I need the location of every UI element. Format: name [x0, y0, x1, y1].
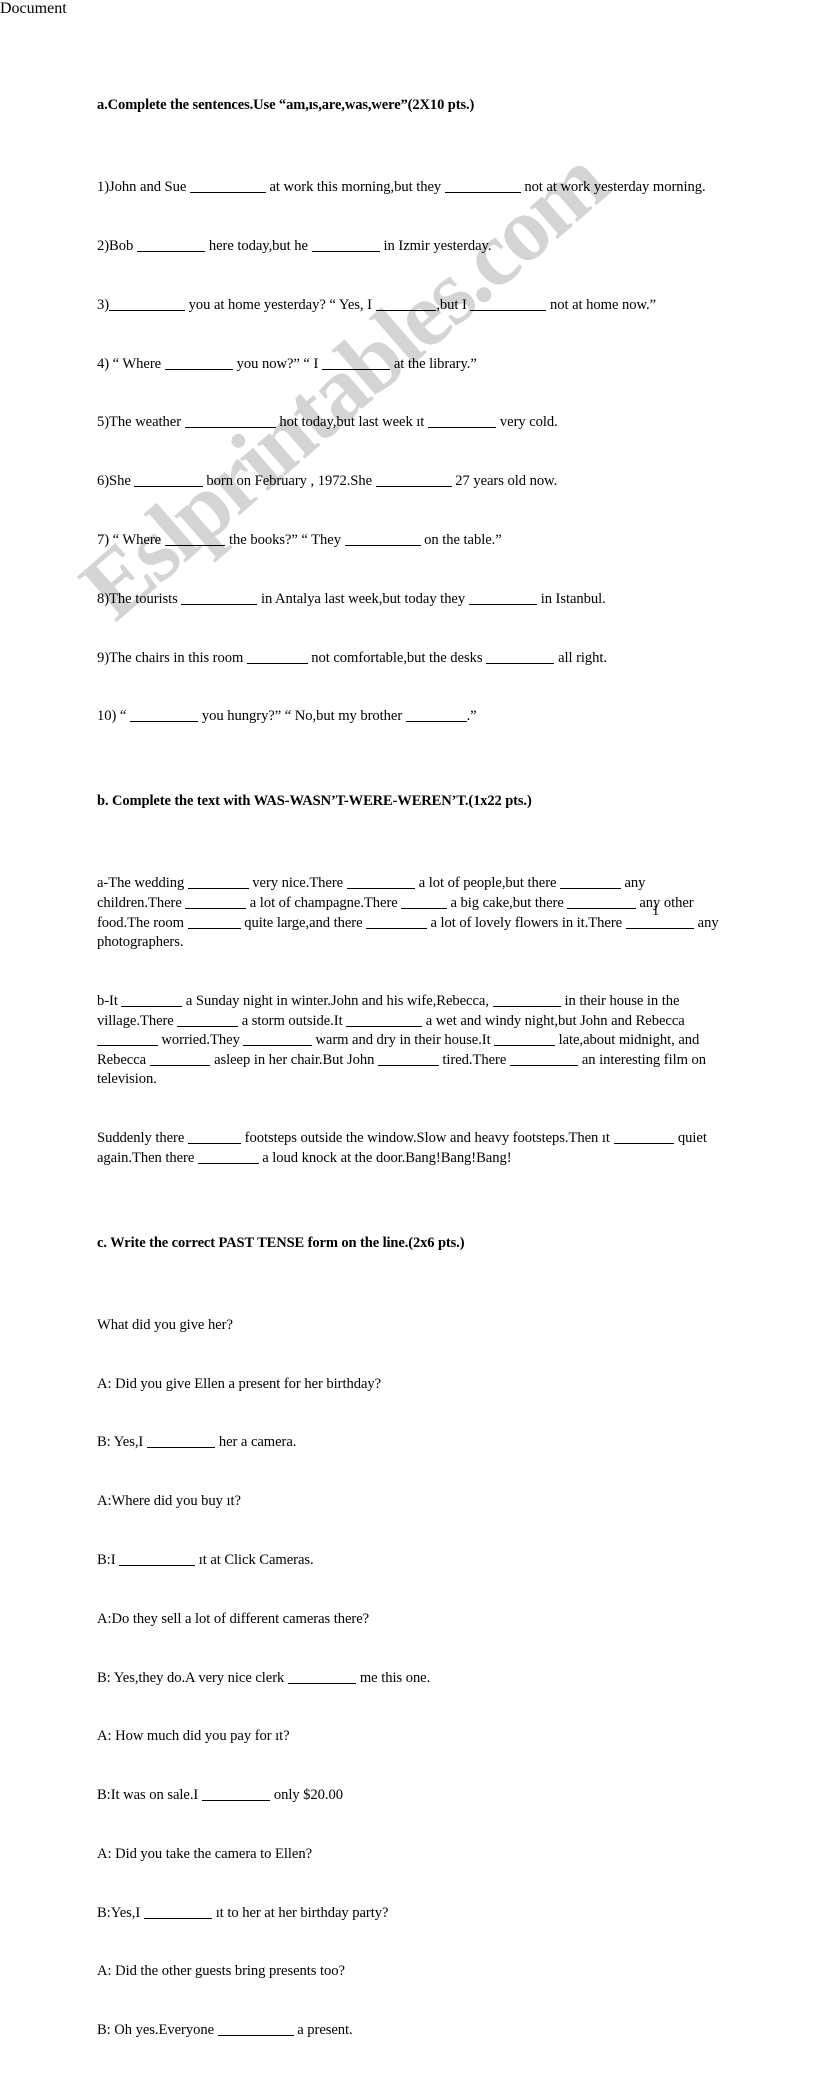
- answer-blank[interactable]: [197, 1151, 259, 1164]
- answer-blank[interactable]: [405, 709, 467, 723]
- answer-blank[interactable]: [567, 896, 636, 910]
- answer-blank[interactable]: [185, 896, 247, 910]
- question-line: 10) “ you hungry?” “ No,but my brother .…: [97, 708, 477, 725]
- answer-blank[interactable]: [346, 1014, 423, 1027]
- answer-blank[interactable]: [164, 533, 226, 546]
- answer-blank[interactable]: [97, 1033, 158, 1047]
- question-line: 6)She born on February , 1972.She 27 yea…: [97, 473, 558, 490]
- answer-blank[interactable]: [344, 533, 421, 546]
- answer-blank[interactable]: [181, 592, 258, 605]
- page-number: 1: [652, 903, 660, 919]
- paragraph-line: Suddenly there footsteps outside the win…: [97, 1130, 711, 1166]
- answer-blank[interactable]: [311, 239, 380, 253]
- answer-blank[interactable]: [109, 298, 186, 311]
- answer-blank[interactable]: [119, 1553, 196, 1566]
- worksheet-page: a.Complete the sentences.Use “am,ıs,are,…: [0, 0, 821, 2038]
- dialogue-line: B:I ıt at Click Cameras.: [97, 1551, 314, 1568]
- dialogue-line: What did you give her?: [97, 1316, 233, 1333]
- section-a-heading: a.Complete the sentences.Use “am,ıs,are,…: [97, 97, 475, 113]
- answer-blank[interactable]: [201, 1788, 271, 1802]
- dialogue-line: A: Did you take the camera to Ellen?: [97, 1845, 312, 1862]
- answer-blank[interactable]: [468, 592, 538, 605]
- answer-blank[interactable]: [375, 474, 452, 488]
- section-b-body: a-The wedding very nice.There a lot of p…: [97, 835, 733, 1207]
- answer-blank[interactable]: [444, 180, 521, 194]
- question-line: 5)The weather hot today,but last week ıt…: [97, 414, 558, 431]
- answer-blank[interactable]: [492, 994, 561, 1007]
- dialogue-line: A: Did the other guests bring presents t…: [97, 1963, 345, 1980]
- answer-blank[interactable]: [377, 1053, 439, 1066]
- answer-blank[interactable]: [470, 298, 547, 311]
- answer-blank[interactable]: [149, 1053, 211, 1066]
- dialogue-line: B:It was on sale.I only $20.00: [97, 1787, 344, 1804]
- question-line: 2)Bob here today,but he in Izmir yesterd…: [97, 238, 492, 255]
- answer-blank[interactable]: [613, 1131, 675, 1145]
- section-c-body: What did you give her? A: Did you give E…: [97, 1277, 733, 2080]
- answer-blank[interactable]: [366, 916, 427, 929]
- paragraph-line: a-The wedding very nice.There a lot of p…: [97, 875, 723, 951]
- answer-blank[interactable]: [187, 916, 241, 929]
- answer-blank[interactable]: [375, 298, 437, 311]
- answer-blank[interactable]: [560, 876, 621, 890]
- answer-blank[interactable]: [427, 415, 497, 429]
- answer-blank[interactable]: [321, 357, 391, 370]
- answer-blank[interactable]: [164, 357, 234, 370]
- answer-blank[interactable]: [401, 896, 447, 910]
- answer-blank[interactable]: [494, 1033, 556, 1047]
- answer-blank[interactable]: [486, 651, 555, 664]
- question-line: 9)The chairs in this room not comfortabl…: [97, 649, 608, 666]
- question-line: 3) you at home yesterday? “ Yes, I ,but …: [97, 296, 657, 313]
- answer-blank[interactable]: [217, 2023, 294, 2037]
- answer-blank[interactable]: [246, 651, 308, 664]
- answer-blank[interactable]: [129, 709, 199, 723]
- answer-blank[interactable]: [287, 1671, 357, 1684]
- dialogue-line: A:Do they sell a lot of different camera…: [97, 1610, 370, 1627]
- question-line: 4) “ Where you now?” “ I at the library.…: [97, 355, 477, 372]
- worksheet-body: a.Complete the sentences.Use “am,ıs,are,…: [97, 96, 733, 2080]
- answer-blank[interactable]: [146, 1435, 216, 1449]
- answer-blank[interactable]: [187, 1131, 242, 1145]
- answer-blank[interactable]: [189, 180, 266, 194]
- answer-blank[interactable]: [243, 1033, 312, 1047]
- answer-blank[interactable]: [177, 1014, 239, 1027]
- question-line: 7) “ Where the books?” “ They on the tab…: [97, 532, 502, 548]
- dialogue-line: A:Where did you buy ıt?: [97, 1493, 241, 1510]
- dialogue-line: A: How much did you pay for ıt?: [97, 1728, 290, 1745]
- answer-blank[interactable]: [143, 1906, 213, 1919]
- dialogue-line: A: Did you give Ellen a present for her …: [97, 1375, 382, 1392]
- question-line: 1)John and Sue at work this morning,but …: [97, 179, 706, 196]
- paragraph-line: b-It a Sunday night in winter.John and h…: [97, 993, 710, 1088]
- answer-blank[interactable]: [625, 916, 695, 929]
- dialogue-line: B:Yes,I ıt to her at her birthday party?: [97, 1904, 389, 1921]
- dialogue-line: B: Yes,they do.A very nice clerk me this…: [97, 1669, 431, 1686]
- question-line: 8)The tourists in Antalya last week,but …: [97, 590, 606, 607]
- answer-blank[interactable]: [187, 876, 249, 890]
- section-b-heading: b. Complete the text with WAS-WASN’T-WER…: [97, 793, 532, 810]
- answer-blank[interactable]: [184, 415, 276, 429]
- answer-blank[interactable]: [509, 1053, 579, 1066]
- section-c-heading: c. Write the correct PAST TENSE form on …: [97, 1234, 465, 1251]
- answer-blank[interactable]: [136, 239, 206, 253]
- answer-blank[interactable]: [346, 876, 416, 890]
- dialogue-line: B: Yes,I her a camera.: [97, 1434, 297, 1451]
- answer-blank[interactable]: [121, 994, 183, 1007]
- answer-blank[interactable]: [134, 474, 203, 488]
- dialogue-line: B: Oh yes.Everyone a present.: [97, 2022, 353, 2039]
- section-a-body: 1)John and Sue at work this morning,but …: [97, 139, 733, 766]
